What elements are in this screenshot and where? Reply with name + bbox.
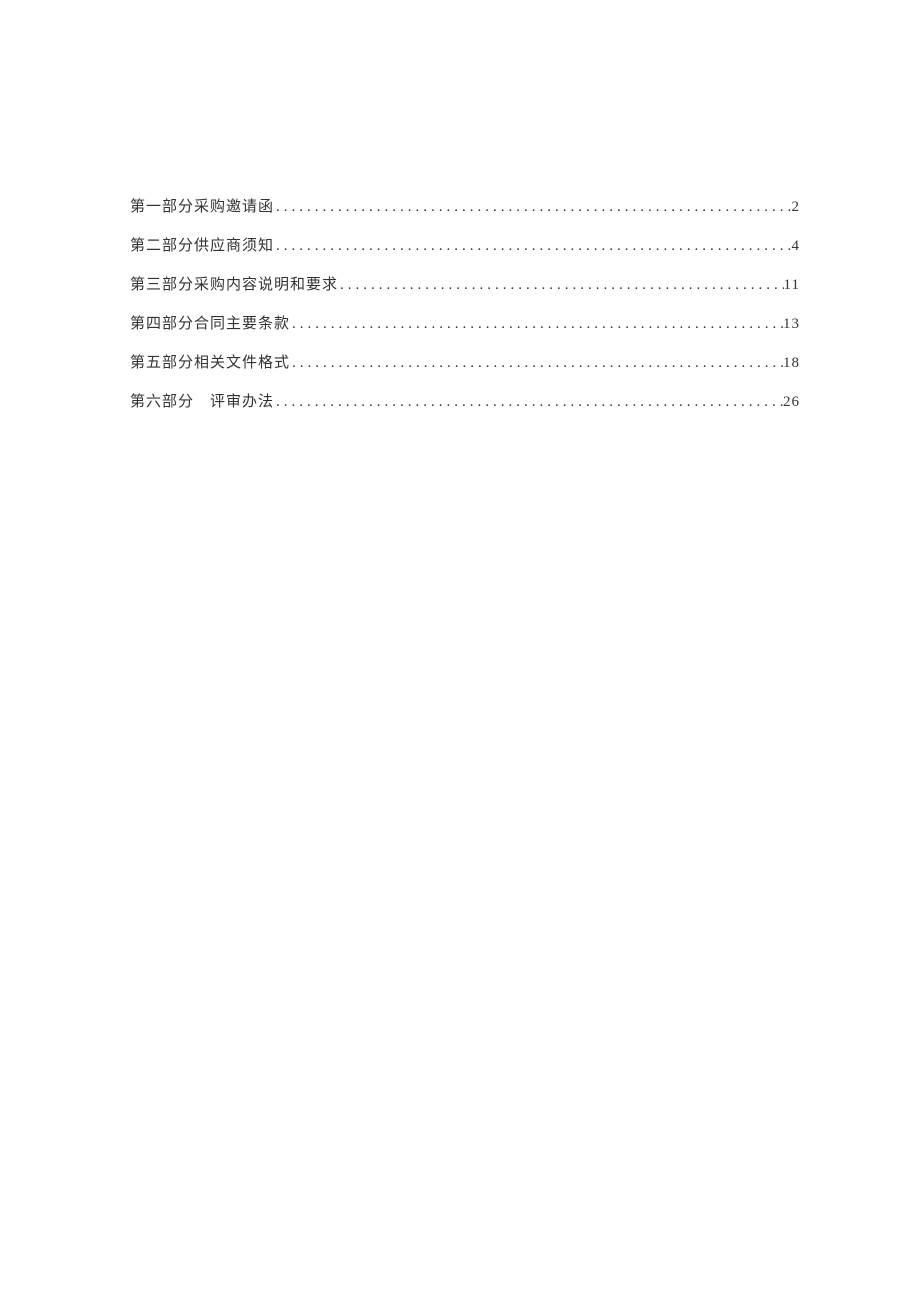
toc-label: 第五部分相关文件格式 bbox=[130, 351, 290, 372]
toc-entry: 第一部分采购邀请函 2 bbox=[130, 195, 800, 216]
toc-leader bbox=[274, 199, 791, 216]
toc-page-number: 4 bbox=[792, 238, 801, 255]
toc-entry: 第五部分相关文件格式 18 bbox=[130, 351, 800, 372]
toc-leader bbox=[290, 316, 783, 333]
toc-label: 第三部分采购内容说明和要求 bbox=[130, 273, 338, 294]
toc-entry: 第二部分供应商须知 4 bbox=[130, 234, 800, 255]
toc-leader bbox=[274, 394, 783, 411]
toc-leader bbox=[338, 277, 784, 294]
toc-page-number: 26 bbox=[783, 394, 800, 411]
toc-label: 第一部分采购邀请函 bbox=[130, 195, 274, 216]
table-of-contents: 第一部分采购邀请函 2 第二部分供应商须知 4 第三部分采购内容说明和要求 11… bbox=[130, 195, 800, 411]
toc-leader bbox=[290, 355, 783, 372]
toc-entry: 第四部分合同主要条款 13 bbox=[130, 312, 800, 333]
toc-leader bbox=[274, 238, 791, 255]
toc-page-number: 2 bbox=[792, 199, 801, 216]
toc-label: 第六部分 评审办法 bbox=[130, 390, 274, 411]
toc-entry: 第三部分采购内容说明和要求 11 bbox=[130, 273, 800, 294]
page-container: 第一部分采购邀请函 2 第二部分供应商须知 4 第三部分采购内容说明和要求 11… bbox=[0, 0, 920, 411]
toc-page-number: 13 bbox=[783, 316, 800, 333]
toc-label: 第四部分合同主要条款 bbox=[130, 312, 290, 333]
toc-page-number: 18 bbox=[783, 355, 800, 372]
toc-entry: 第六部分 评审办法 26 bbox=[130, 390, 800, 411]
toc-page-number: 11 bbox=[784, 277, 800, 294]
toc-label: 第二部分供应商须知 bbox=[130, 234, 274, 255]
